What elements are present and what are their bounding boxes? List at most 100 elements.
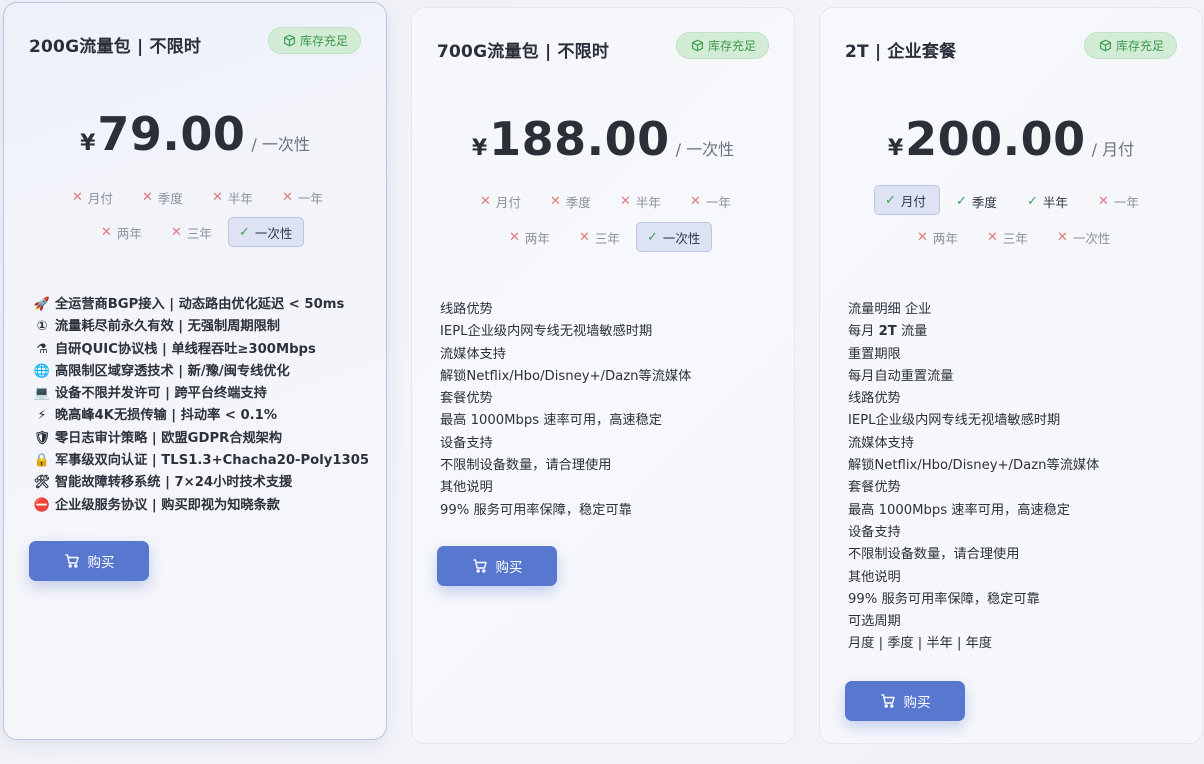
globe-icon: 🌐 <box>33 363 51 379</box>
check-icon: ✓ <box>885 192 896 208</box>
cycle-option-twoyear[interactable]: ✕ 两年 <box>907 222 968 252</box>
feature-list: 🚀 全运营商BGP接入 | 动态路由优化延迟 < 50ms ① 流量耗尽前永久有效 … <box>33 294 369 517</box>
price: ¥ 79.00 / 一次性 <box>4 107 386 161</box>
currency-symbol: ¥ <box>80 131 96 156</box>
cycle-option-threeyear[interactable]: ✕ 三年 <box>161 217 222 247</box>
list-item: 流媒体支持 <box>440 346 506 362</box>
cycle-option-onetime[interactable]: ✓ 一次性 <box>228 217 304 247</box>
unavailable-x-icon: ✕ <box>690 193 701 209</box>
cycle-option-onetime[interactable]: ✓ 一次性 <box>636 222 712 252</box>
cart-icon <box>65 554 79 568</box>
list-item: 重置期限 <box>848 346 901 362</box>
price-amount: 200.00 <box>905 112 1086 166</box>
unavailable-x-icon: ✕ <box>987 229 998 245</box>
lock-icon: 🔒 <box>33 453 51 469</box>
list-item: ⚗ 自研QUIC协议栈 | 单线程吞吐≥300Mbps <box>33 339 369 361</box>
cycle-option-yearly[interactable]: ✕ 一年 <box>680 186 741 216</box>
list-item: 套餐优势 <box>848 480 901 496</box>
unavailable-x-icon: ✕ <box>72 189 83 205</box>
list-item: 最高 1000Mbps 速率可用，高速稳定 <box>440 413 662 429</box>
buy-button[interactable]: 购买 <box>29 541 149 581</box>
cycle-option-monthly[interactable]: ✕ 月付 <box>62 182 123 212</box>
list-item: 其他说明 <box>848 569 901 585</box>
flask-icon: ⚗ <box>36 341 48 357</box>
plan-card-700g: 700G流量包 | 不限时 库存充足 ¥ 188.00 / 一次性 ✕ 月付 ✕ 季… <box>411 7 795 744</box>
cycle-option-quarterly[interactable]: ✕ 季度 <box>540 186 601 216</box>
list-item: 流媒体支持 <box>848 435 914 451</box>
laptop-icon: 💻 <box>33 386 51 402</box>
feature-list: 流量明细 企业 每月 2T 流量 重置期限 每月自动重置流量 线路优势 IEPL… <box>848 299 1099 656</box>
unavailable-x-icon: ✕ <box>620 193 631 209</box>
unavailable-x-icon: ✕ <box>1057 229 1068 245</box>
price-amount: 188.00 <box>489 112 670 166</box>
buy-button[interactable]: 购买 <box>845 681 965 721</box>
stock-badge-label: 库存充足 <box>708 39 757 53</box>
check-icon: ✓ <box>956 193 967 209</box>
stock-badge: 库存充足 <box>1084 32 1178 59</box>
plan-title: 200G流量包 | 不限时 <box>29 37 202 57</box>
stock-badge: 库存充足 <box>676 32 770 59</box>
buy-button-label: 购买 <box>903 695 931 711</box>
cycle-option-threeyear[interactable]: ✕ 三年 <box>569 222 630 252</box>
price: ¥ 188.00 / 一次性 <box>412 112 794 166</box>
stock-badge: 库存充足 <box>268 27 362 54</box>
check-icon: ✓ <box>239 224 250 240</box>
list-item: 每月 2T 流量 <box>848 324 928 340</box>
cart-icon <box>473 559 487 573</box>
plan-card-2t-enterprise: 2T | 企业套餐 库存充足 ¥ 200.00 / 月付 ✓ 月付 ✓ 季度 ✓ 半年… <box>819 7 1203 744</box>
list-item: 可选周期 <box>848 614 901 630</box>
price-period: / 月付 <box>1091 140 1135 159</box>
box-icon <box>1100 39 1111 52</box>
cycle-option-yearly[interactable]: ✕ 一年 <box>1088 186 1149 216</box>
cycle-option-monthly[interactable]: ✓ 月付 <box>874 185 940 215</box>
unavailable-x-icon: ✕ <box>171 224 182 240</box>
feature-list: 线路优势 IEPL企业级内网专线无视墙敏感时期 流媒体支持 解锁Netflix/… <box>440 299 691 522</box>
plan-card-200g: 200G流量包 | 不限时 库存充足 ¥ 79.00 / 一次性 ✕ 月付 ✕ 季度… <box>3 2 387 740</box>
cycle-option-twoyear[interactable]: ✕ 两年 <box>499 222 560 252</box>
buy-button-label: 购买 <box>495 560 523 576</box>
cycle-option-quarterly[interactable]: ✕ 季度 <box>132 182 193 212</box>
cycle-option-yearly[interactable]: ✕ 一年 <box>272 182 333 212</box>
list-item: 不限制设备数量，请合理使用 <box>440 458 612 474</box>
cycle-option-quarterly[interactable]: ✓ 季度 <box>946 186 1007 216</box>
price-period: / 一次性 <box>675 140 735 159</box>
list-item: 🌐 高限制区域穿透技术 | 新/豫/闽专线优化 <box>33 361 369 383</box>
cycle-option-halfyear[interactable]: ✕ 半年 <box>202 182 263 212</box>
list-item: 线路优势 <box>440 302 493 317</box>
cycle-option-threeyear[interactable]: ✕ 三年 <box>977 222 1038 252</box>
no-entry-icon: ⛔ <box>33 497 51 513</box>
buy-button[interactable]: 购买 <box>437 546 557 586</box>
buy-button-label: 购买 <box>87 555 115 571</box>
cycle-option-twoyear[interactable]: ✕ 两年 <box>91 217 152 247</box>
list-item: 最高 1000Mbps 速率可用，高速稳定 <box>848 502 1070 518</box>
list-item: 流量明细 企业 <box>848 302 932 317</box>
rocket-icon: 🚀 <box>33 297 51 312</box>
unavailable-x-icon: ✕ <box>509 229 520 245</box>
unavailable-x-icon: ✕ <box>282 189 293 205</box>
cycle-option-halfyear[interactable]: ✓ 半年 <box>1017 186 1078 216</box>
unavailable-x-icon: ✕ <box>212 189 223 205</box>
unavailable-x-icon: ✕ <box>1098 193 1109 209</box>
cycle-option-onetime[interactable]: ✕ 一次性 <box>1047 222 1120 252</box>
list-item: ① 流量耗尽前永久有效 | 无强制周期限制 <box>33 316 369 338</box>
plan-title: 2T | 企业套餐 <box>845 42 957 62</box>
cart-icon <box>881 694 895 708</box>
lightning-icon: ⚡ <box>37 408 47 424</box>
plan-title: 700G流量包 | 不限时 <box>437 42 610 62</box>
price-amount: 79.00 <box>97 107 246 161</box>
currency-symbol: ¥ <box>471 136 488 161</box>
stock-badge-label: 库存充足 <box>1116 39 1165 53</box>
stock-badge-label: 库存充足 <box>300 34 349 48</box>
list-item: 🚀 全运营商BGP接入 | 动态路由优化延迟 < 50ms <box>33 294 369 316</box>
list-item: 不限制设备数量，请合理使用 <box>848 547 1020 563</box>
list-item: 设备支持 <box>848 524 901 540</box>
check-icon: ✓ <box>1027 193 1038 209</box>
cycle-option-monthly[interactable]: ✕ 月付 <box>470 186 531 216</box>
list-item: ⚡ 晚高峰4K无损传输 | 抖动率 < 0.1% <box>33 405 369 427</box>
list-item: 解锁Netflix/Hbo/Disney+/Dazn等流媒体 <box>440 368 692 384</box>
cycle-option-halfyear[interactable]: ✕ 半年 <box>610 186 671 216</box>
unavailable-x-icon: ✕ <box>101 224 112 240</box>
price: ¥ 200.00 / 月付 <box>820 112 1202 166</box>
list-item: 其他说明 <box>440 480 493 496</box>
list-item: 月度 | 季度 | 半年 | 年度 <box>848 636 992 652</box>
